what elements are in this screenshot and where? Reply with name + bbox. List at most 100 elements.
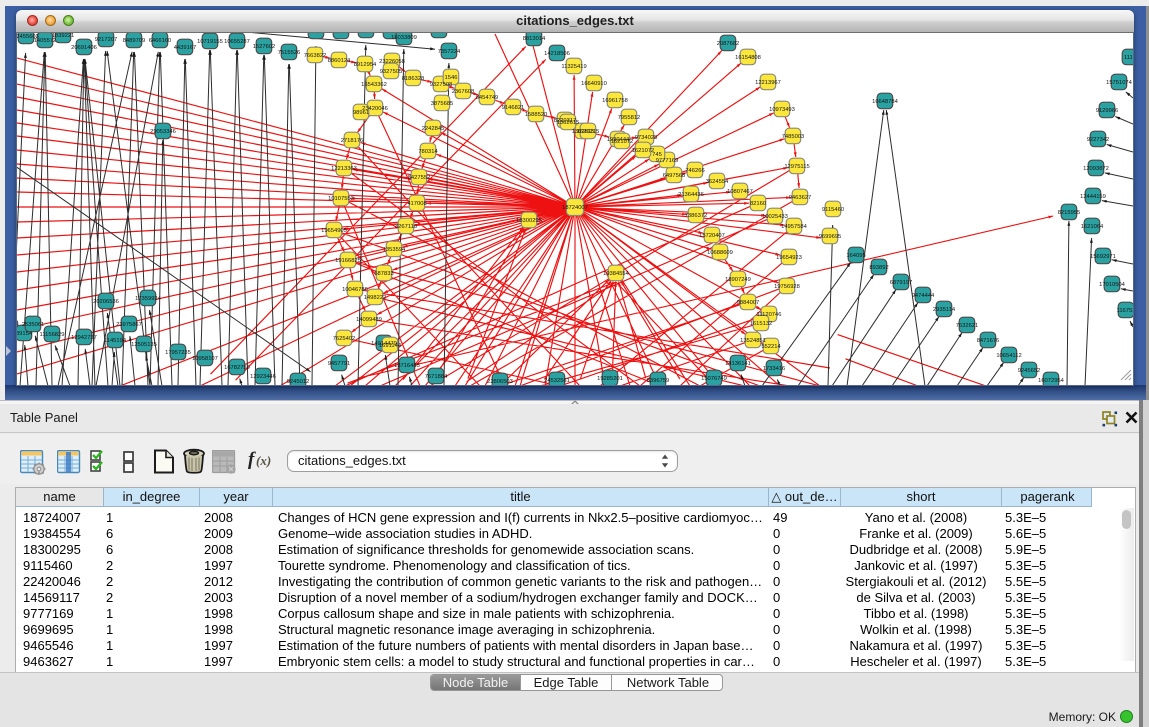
svg-text:20691406: 20691406 — [71, 45, 97, 51]
svg-text:82160: 82160 — [750, 201, 766, 207]
svg-text:8215955: 8215955 — [1058, 210, 1081, 216]
svg-text:10807467: 10807467 — [727, 189, 753, 195]
svg-text:2718176: 2718176 — [341, 138, 364, 144]
svg-text:17957235: 17957235 — [165, 350, 191, 356]
svg-text:1527602: 1527602 — [253, 44, 276, 50]
svg-text:8813014: 8813014 — [523, 36, 546, 42]
svg-text:552214: 552214 — [761, 344, 781, 350]
svg-text:7671884: 7671884 — [425, 374, 448, 380]
svg-text:21364436: 21364436 — [678, 192, 704, 198]
svg-text:1839221: 1839221 — [52, 33, 75, 39]
svg-text:8186328: 8186328 — [402, 76, 425, 82]
svg-text:19654905: 19654905 — [321, 228, 347, 234]
svg-text:7955812: 7955812 — [618, 115, 641, 121]
svg-text:8806804: 8806804 — [428, 33, 451, 34]
svg-text:7386372: 7386372 — [685, 213, 708, 219]
svg-text:14136141: 14136141 — [725, 361, 751, 367]
svg-text:16782759: 16782759 — [224, 365, 250, 371]
svg-text:1615132: 1615132 — [750, 321, 773, 327]
svg-text:4439167: 4439167 — [174, 45, 197, 51]
svg-text:20206536: 20206536 — [93, 299, 119, 305]
svg-text:9884007: 9884007 — [737, 300, 760, 306]
svg-text:3624554: 3624554 — [706, 179, 729, 185]
svg-text:15157347: 15157347 — [303, 33, 329, 35]
svg-text:9734028: 9734028 — [635, 135, 658, 141]
svg-text:9129966: 9129966 — [1096, 108, 1119, 114]
svg-text:19384554: 19384554 — [603, 271, 630, 277]
svg-text:15692971: 15692971 — [1090, 254, 1116, 260]
svg-text:1112: 1112 — [1124, 55, 1133, 61]
svg-text:7663822: 7663822 — [304, 53, 327, 59]
svg-text:10688609: 10688609 — [707, 250, 733, 256]
svg-text:9699695: 9699695 — [819, 234, 842, 240]
svg-text:98961: 98961 — [353, 110, 369, 116]
svg-text:18300295: 18300295 — [516, 218, 542, 224]
svg-text:893892: 893892 — [869, 265, 888, 271]
svg-text:116753: 116753 — [1117, 308, 1133, 314]
svg-text:16648784: 16648784 — [872, 99, 899, 105]
svg-text:1362615: 1362615 — [557, 120, 580, 126]
svg-text:164095: 164095 — [846, 253, 865, 259]
svg-text:18907249: 18907249 — [725, 277, 751, 283]
svg-text:3267110: 3267110 — [395, 224, 417, 230]
svg-text:1691144: 1691144 — [379, 343, 402, 349]
svg-text:1546: 1546 — [445, 75, 458, 81]
svg-text:1621072: 1621072 — [632, 148, 655, 154]
svg-text:12975115: 12975115 — [784, 164, 809, 170]
svg-text:1999828: 1999828 — [355, 33, 378, 34]
svg-text:11156829: 11156829 — [40, 332, 65, 338]
svg-text:9777169: 9777169 — [656, 158, 679, 164]
svg-text:23226058: 23226058 — [379, 59, 405, 65]
svg-text:9115460: 9115460 — [822, 207, 844, 213]
svg-text:19166825: 19166825 — [335, 258, 361, 264]
svg-text:29053346: 29053346 — [150, 129, 176, 135]
svg-text:8912954: 8912954 — [354, 62, 377, 68]
svg-text:15076749: 15076749 — [701, 376, 727, 382]
svg-text:1145194: 1145194 — [104, 338, 127, 344]
svg-text:7357224: 7357224 — [438, 49, 461, 55]
svg-text:16154808: 16154808 — [735, 55, 761, 61]
svg-text:19756928: 19756928 — [774, 284, 800, 290]
svg-text:2367608: 2367608 — [452, 89, 475, 95]
svg-text:9217207: 9217207 — [95, 37, 118, 43]
svg-text:2935114: 2935114 — [933, 307, 956, 313]
svg-text:10654112: 10654112 — [996, 353, 1021, 359]
svg-text:7485003: 7485003 — [782, 134, 805, 140]
svg-text:16961758: 16961758 — [602, 98, 628, 104]
svg-text:8396759: 8396759 — [647, 378, 670, 384]
svg-text:10025433: 10025433 — [762, 214, 788, 220]
svg-text:19654923: 19654923 — [776, 255, 802, 261]
svg-text:2066449: 2066449 — [330, 33, 353, 35]
svg-text:9245012: 9245012 — [287, 379, 310, 385]
svg-text:1621064: 1621064 — [1081, 224, 1104, 230]
svg-text:10107553: 10107553 — [328, 196, 354, 202]
svg-text:10719155: 10719155 — [197, 39, 223, 45]
svg-text:417008: 417008 — [407, 201, 426, 207]
svg-text:2535061: 2535061 — [22, 322, 45, 328]
svg-text:7632621: 7632621 — [956, 323, 979, 329]
svg-text:39154: 39154 — [17, 331, 33, 337]
svg-text:10958107: 10958107 — [192, 356, 218, 362]
svg-text:8860124: 8860124 — [328, 58, 351, 64]
svg-text:11325419: 11325419 — [561, 64, 586, 70]
svg-text:1353594: 1353594 — [383, 247, 406, 253]
svg-text:10973493: 10973493 — [769, 107, 795, 113]
svg-text:587833: 587833 — [374, 271, 393, 277]
svg-text:9327505: 9327505 — [380, 69, 403, 75]
svg-text:1588520: 1588520 — [525, 112, 548, 118]
svg-text:9245652: 9245652 — [1018, 368, 1041, 374]
svg-text:7625402: 7625402 — [333, 336, 356, 342]
svg-text:12505135: 12505135 — [131, 342, 157, 348]
svg-text:12942737: 12942737 — [71, 335, 97, 341]
svg-text:17010504: 17010504 — [1099, 282, 1126, 288]
svg-text:9474444: 9474444 — [912, 293, 935, 299]
svg-text:8471676: 8471676 — [977, 338, 1000, 344]
svg-text:6466160: 6466160 — [149, 38, 172, 44]
svg-text:17359924: 17359924 — [135, 296, 162, 302]
svg-text:12213967: 12213967 — [755, 80, 781, 86]
svg-text:16543362: 16543362 — [361, 82, 387, 88]
svg-text:6497568: 6497568 — [663, 173, 686, 179]
svg-text:11120746: 11120746 — [757, 312, 782, 318]
svg-text:24532561: 24532561 — [544, 378, 570, 384]
svg-text:746266: 746266 — [685, 168, 704, 174]
